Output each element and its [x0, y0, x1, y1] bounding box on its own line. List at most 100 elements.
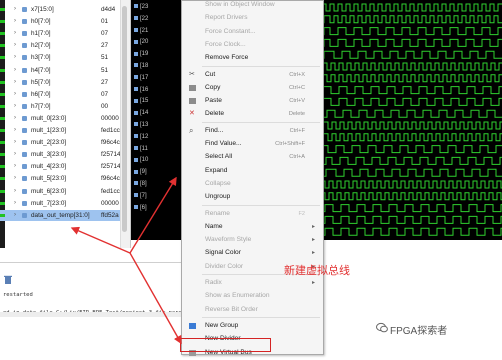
signal-row[interactable]: › mult_6[23:0] fed1cc — [0, 186, 130, 197]
signal-row[interactable]: › mult_0[23:0] 00000 — [0, 113, 130, 124]
bit-row[interactable]: [13 — [134, 120, 148, 131]
menu-item-reverse-bit-order[interactable]: Reverse Bit Order — [182, 303, 323, 317]
waveform-trace — [317, 97, 502, 106]
chevron-right-icon[interactable]: › — [14, 16, 16, 27]
bit-row[interactable]: [22 — [134, 14, 148, 25]
bit-row[interactable]: [12 — [134, 132, 148, 143]
bit-row[interactable]: [15 — [134, 96, 148, 107]
chevron-right-icon[interactable]: › — [14, 161, 16, 172]
menu-item-force-constant[interactable]: Force Constant... — [182, 25, 323, 39]
signal-row[interactable]: › data_out_temp[31:0] ffd52a — [0, 209, 130, 221]
chevron-right-icon[interactable]: › — [14, 173, 16, 184]
signal-name: mult_3[23:0] — [31, 151, 67, 159]
menu-item-paste[interactable]: Paste Ctrl+V — [182, 94, 323, 108]
chevron-right-icon[interactable]: › — [14, 4, 16, 15]
menu-item-remove-force[interactable]: Remove Force — [182, 51, 323, 65]
bit-row[interactable]: [17 — [134, 73, 148, 84]
signal-row[interactable]: › h6[7:0] 07 — [0, 89, 130, 100]
chevron-right-icon[interactable]: › — [14, 101, 16, 112]
signal-row[interactable]: › mult_1[23:0] fed1cc — [0, 125, 130, 136]
signal-row[interactable]: › h5[7:0] 27 — [0, 77, 130, 88]
bit-signal-icon — [134, 4, 138, 9]
signal-list-scroll-thumb[interactable] — [122, 6, 127, 232]
bit-row[interactable]: [8] — [134, 179, 147, 190]
waveform-panel[interactable] — [317, 0, 502, 240]
menu-item-ungroup[interactable]: Ungroup — [182, 190, 323, 204]
chevron-right-icon[interactable]: › — [14, 65, 16, 76]
signal-row[interactable]: › h7[7:0] 00 — [0, 101, 130, 112]
chevron-right-icon[interactable]: › — [14, 186, 16, 197]
chevron-right-icon[interactable]: › — [14, 52, 16, 63]
signal-row[interactable]: › mult_5[23:0] f96c4c — [0, 173, 130, 184]
bit-row[interactable]: [19 — [134, 49, 148, 60]
menu-item-label: Copy — [205, 83, 221, 91]
bit-row[interactable]: [10 — [134, 155, 148, 166]
signal-row[interactable]: › h4[7:0] 51 — [0, 65, 130, 76]
chevron-right-icon[interactable]: › — [14, 40, 16, 51]
new-virtual-bus-highlight-box — [180, 338, 271, 352]
signal-row[interactable]: › h3[7:0] 51 — [0, 52, 130, 63]
watermark-text: FPGA探索者 — [390, 326, 448, 337]
chevron-right-icon[interactable]: › — [14, 149, 16, 160]
edge-wave-marker — [0, 189, 5, 193]
bit-row[interactable]: [21 — [134, 26, 148, 37]
signal-value: 00000 — [101, 199, 119, 207]
menu-item-select-all[interactable]: Select All Ctrl+A — [182, 150, 323, 164]
signal-row[interactable]: › mult_2[23:0] f96c4c — [0, 137, 130, 148]
chevron-right-icon[interactable]: › — [14, 198, 16, 209]
menu-item-cut[interactable]: ✂ Cut Ctrl+X — [182, 68, 323, 82]
bit-row[interactable]: [23 — [134, 2, 148, 13]
bit-row[interactable]: [6] — [134, 203, 147, 214]
menu-item-report-drivers[interactable]: Report Drivers — [182, 11, 323, 25]
bit-row[interactable]: [14 — [134, 108, 148, 119]
menu-item-find-value[interactable]: Find Value... Ctrl+Shift+F — [182, 137, 323, 151]
bit-row[interactable]: [9] — [134, 167, 147, 178]
chevron-right-icon[interactable]: › — [14, 28, 16, 39]
chevron-right-icon[interactable]: › — [14, 210, 16, 221]
menu-item-expand[interactable]: Expand — [182, 164, 323, 178]
menu-item-radix[interactable]: Radix ▸ — [182, 276, 323, 290]
menu-item-shortcut: Ctrl+V — [289, 98, 305, 105]
signal-row[interactable]: › h0[7:0] 01 — [0, 16, 130, 27]
menu-item-force-clock[interactable]: Force Clock... — [182, 38, 323, 52]
console-horizontal-scrollbar[interactable] — [0, 312, 181, 317]
bus-signal-icon — [22, 212, 27, 218]
edge-wave-marker — [0, 201, 5, 205]
chevron-right-icon[interactable]: › — [14, 137, 16, 148]
bit-row[interactable]: [16 — [134, 85, 148, 96]
menu-item-name[interactable]: Name ▸ — [182, 220, 323, 234]
edge-wave-marker — [0, 8, 5, 11]
bit-signal-icon — [134, 16, 138, 21]
bit-row[interactable]: [7] — [134, 191, 147, 202]
signal-value: 51 — [101, 54, 109, 62]
signal-value: d4d4 — [101, 6, 116, 13]
menu-item-copy[interactable]: Copy Ctrl+C — [182, 81, 323, 95]
menu-item-collapse[interactable]: Collapse — [182, 177, 323, 191]
signal-row[interactable]: › mult_4[23:0] f25714 — [0, 161, 130, 172]
trash-icon[interactable] — [4, 275, 12, 284]
signal-row[interactable]: › x7[15:0] d4d4 — [0, 4, 130, 15]
menu-item-waveform-style[interactable]: Waveform Style ▸ — [182, 233, 323, 247]
signal-row[interactable]: › h1[7:0] 07 — [0, 28, 130, 39]
menu-item-signal-color[interactable]: Signal Color ▸ — [182, 246, 323, 260]
bit-label: [23 — [140, 4, 149, 10]
chevron-right-icon[interactable]: › — [14, 89, 16, 100]
menu-item-show-in-object-window[interactable]: Show in Object Window — [182, 0, 323, 12]
bit-row[interactable]: [20 — [134, 37, 148, 48]
menu-item-find[interactable]: ⌕ Find... Ctrl+F — [182, 124, 323, 138]
bit-row[interactable]: [11 — [134, 144, 148, 155]
chevron-right-icon[interactable]: › — [14, 125, 16, 136]
menu-item-delete[interactable]: ✕ Delete Delete — [182, 107, 323, 121]
signal-name: mult_5[23:0] — [31, 175, 67, 183]
bus-signal-icon — [22, 55, 27, 61]
signal-row[interactable]: › mult_7[23:0] 00000 — [0, 198, 130, 209]
menu-item-show-as-enumeration[interactable]: Show as Enumeration — [182, 289, 323, 303]
bit-row[interactable]: [18 — [134, 61, 148, 72]
menu-item-new-group[interactable]: New Group — [182, 319, 323, 333]
bus-signal-icon — [22, 91, 27, 97]
signal-row[interactable]: › mult_3[23:0] f25714 — [0, 149, 130, 160]
menu-item-rename[interactable]: Rename F2 — [182, 207, 323, 221]
signal-row[interactable]: › h2[7:0] 27 — [0, 40, 130, 51]
chevron-right-icon[interactable]: › — [14, 77, 16, 88]
chevron-right-icon[interactable]: › — [14, 113, 16, 124]
